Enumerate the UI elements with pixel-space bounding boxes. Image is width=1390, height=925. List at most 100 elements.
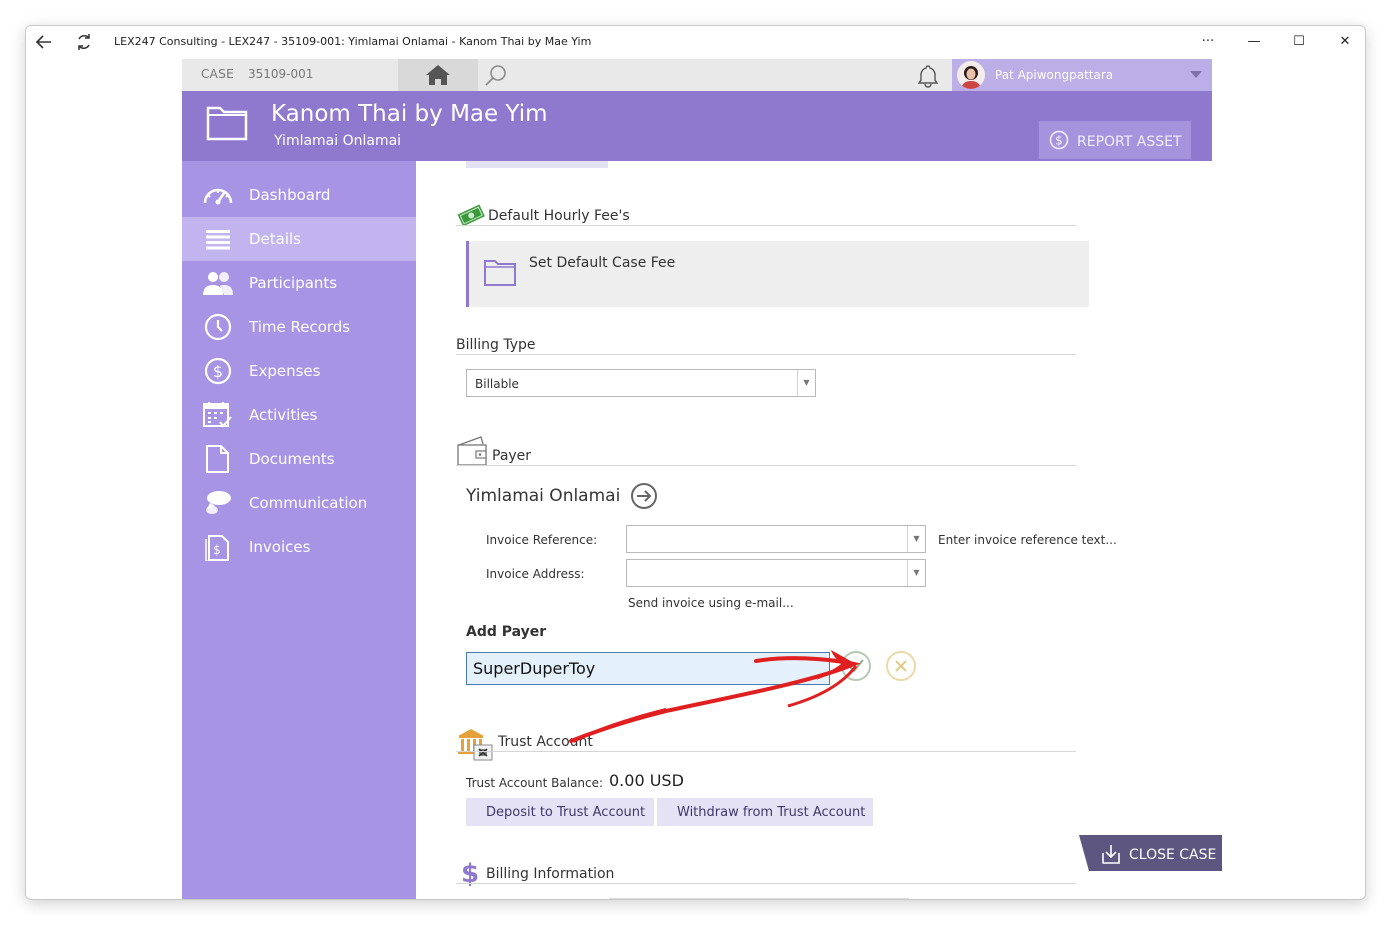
withdraw-trust-label: Withdraw from Trust Account [677,805,866,820]
dollar-icon: $ [204,357,232,385]
case-header: Kanom Thai by Mae Yim Yimlamai Onlamai $… [182,91,1212,161]
close-icon [895,660,907,672]
case-client-name: Yimlamai Onlamai [274,133,402,149]
trust-account-section-title: Trust Account [498,734,593,750]
sidebar: Dashboard Details Participants Time Reco… [182,161,416,899]
svg-text:$: $ [213,543,221,557]
check-icon [848,659,864,673]
case-details-panel: Default Hourly Fee's Set Default Case Fe… [416,161,1212,899]
invoice-address-select[interactable]: ▼ [626,559,926,587]
home-icon [426,65,450,85]
home-button[interactable] [398,59,478,91]
case-title: Kanom Thai by Mae Yim [271,101,548,127]
scrolled-field-fragment [609,898,909,899]
confirm-add-payer-button[interactable] [841,651,871,681]
section-divider [456,465,1076,466]
sidebar-item-activities[interactable]: Activities [182,393,416,437]
wallet-icon [457,436,487,466]
svg-text:$: $ [1055,134,1063,148]
billing-information-section-title: Billing Information [486,866,615,882]
add-payer-label: Add Payer [466,624,547,640]
billing-type-select[interactable]: Billable ▼ [466,369,816,397]
set-default-fee-card[interactable]: Set Default Case Fee [466,241,1089,307]
section-divider [456,751,1076,752]
case-label: CASE [201,67,234,81]
maximize-button[interactable]: ☐ [1284,30,1314,54]
send-invoice-email-link[interactable]: Send invoice using e-mail... [628,596,794,610]
sidebar-item-label: Details [249,230,302,248]
deposit-trust-button[interactable]: Deposit to Trust Account [466,798,654,826]
details-icon [206,230,230,250]
sidebar-item-label: Invoices [249,538,311,556]
sidebar-item-dashboard[interactable]: Dashboard [182,173,416,217]
back-arrow-icon[interactable] [34,32,54,52]
refresh-icon[interactable] [74,32,94,52]
section-divider [456,354,1076,355]
search-icon[interactable] [484,64,508,88]
dropdown-arrow-icon: ▼ [907,526,925,552]
minimize-button[interactable]: — [1239,30,1269,54]
sidebar-item-time-records[interactable]: Time Records [182,305,416,349]
sidebar-item-communication[interactable]: Communication [182,481,416,525]
case-number: 35109-001 [248,67,314,81]
section-divider [456,225,1076,226]
user-name: Pat Apiwongpattara [995,68,1114,82]
download-icon [1102,845,1120,864]
dollar-circle-icon: $ [1049,130,1069,150]
sidebar-item-label: Expenses [249,362,321,380]
document-icon [206,445,229,473]
sidebar-item-label: Time Records [249,318,351,336]
dropdown-arrow-icon: ▼ [907,560,925,586]
billing-type-section-title: Billing Type [456,337,536,353]
top-bar: CASE 35109-001 Pat Apiwongpattara [182,59,1212,91]
participants-icon [203,272,233,295]
arrow-right-circle-icon[interactable] [629,481,659,511]
clock-icon [204,313,232,341]
sidebar-item-details[interactable]: Details [182,217,416,261]
invoice-icon: $ [205,535,229,561]
sidebar-item-label: Activities [249,406,318,424]
title-bar: LEX247 Consulting - LEX247 - 35109-001: … [26,26,1365,58]
sidebar-item-documents[interactable]: Documents [182,437,416,481]
dashboard-icon [203,188,233,205]
sidebar-item-expenses[interactable]: $ Expenses [182,349,416,393]
sidebar-item-label: Participants [249,274,338,292]
deposit-trust-label: Deposit to Trust Account [486,805,646,820]
folder-icon [484,260,516,286]
window-title: LEX247 Consulting - LEX247 - 35109-001: … [114,35,592,48]
folder-icon [206,106,248,141]
sidebar-item-participants[interactable]: Participants [182,261,416,305]
chevron-down-icon [1190,71,1202,78]
notification-bell-icon[interactable] [916,64,940,88]
trust-balance-label: Trust Account Balance: [466,776,604,790]
bank-icon [458,729,493,761]
app-root: CASE 35109-001 Pat Apiwongpattara Kanom … [182,59,1212,899]
invoice-reference-select[interactable]: ▼ [626,525,926,553]
avatar [957,61,985,89]
payer-section-title: Payer [492,448,532,464]
billing-type-value: Billable [475,377,519,391]
withdraw-trust-button[interactable]: Withdraw from Trust Account [657,798,873,826]
close-case-button[interactable]: CLOSE CASE [1079,835,1222,871]
svg-text:$: $ [213,362,223,381]
more-options-button[interactable]: ··· [1193,30,1223,54]
set-default-fee-label: Set Default Case Fee [529,255,676,271]
sidebar-item-invoices[interactable]: $ Invoices [182,525,416,569]
section-divider [456,883,1076,884]
close-window-button[interactable]: ✕ [1330,30,1360,54]
dropdown-arrow-icon: ▼ [797,370,815,396]
sidebar-item-label: Documents [249,450,335,468]
user-menu[interactable]: Pat Apiwongpattara [952,59,1212,91]
report-asset-label: REPORT ASSET [1077,134,1182,150]
app-window: LEX247 Consulting - LEX247 - 35109-001: … [25,25,1366,900]
scrolled-button-fragment [466,161,608,168]
cancel-add-payer-button[interactable] [886,651,916,681]
chat-icon [206,491,231,514]
trust-balance-value: 0.00 USD [609,771,684,790]
payer-name: Yimlamai Onlamai [466,486,621,506]
add-payer-input[interactable]: SuperDuperToy [466,652,830,685]
calendar-icon [203,402,232,428]
hourly-fee-section-title: Default Hourly Fee's [488,208,630,224]
invoice-reference-hint[interactable]: Enter invoice reference text... [938,533,1117,547]
report-asset-button[interactable]: $ REPORT ASSET [1039,121,1191,159]
